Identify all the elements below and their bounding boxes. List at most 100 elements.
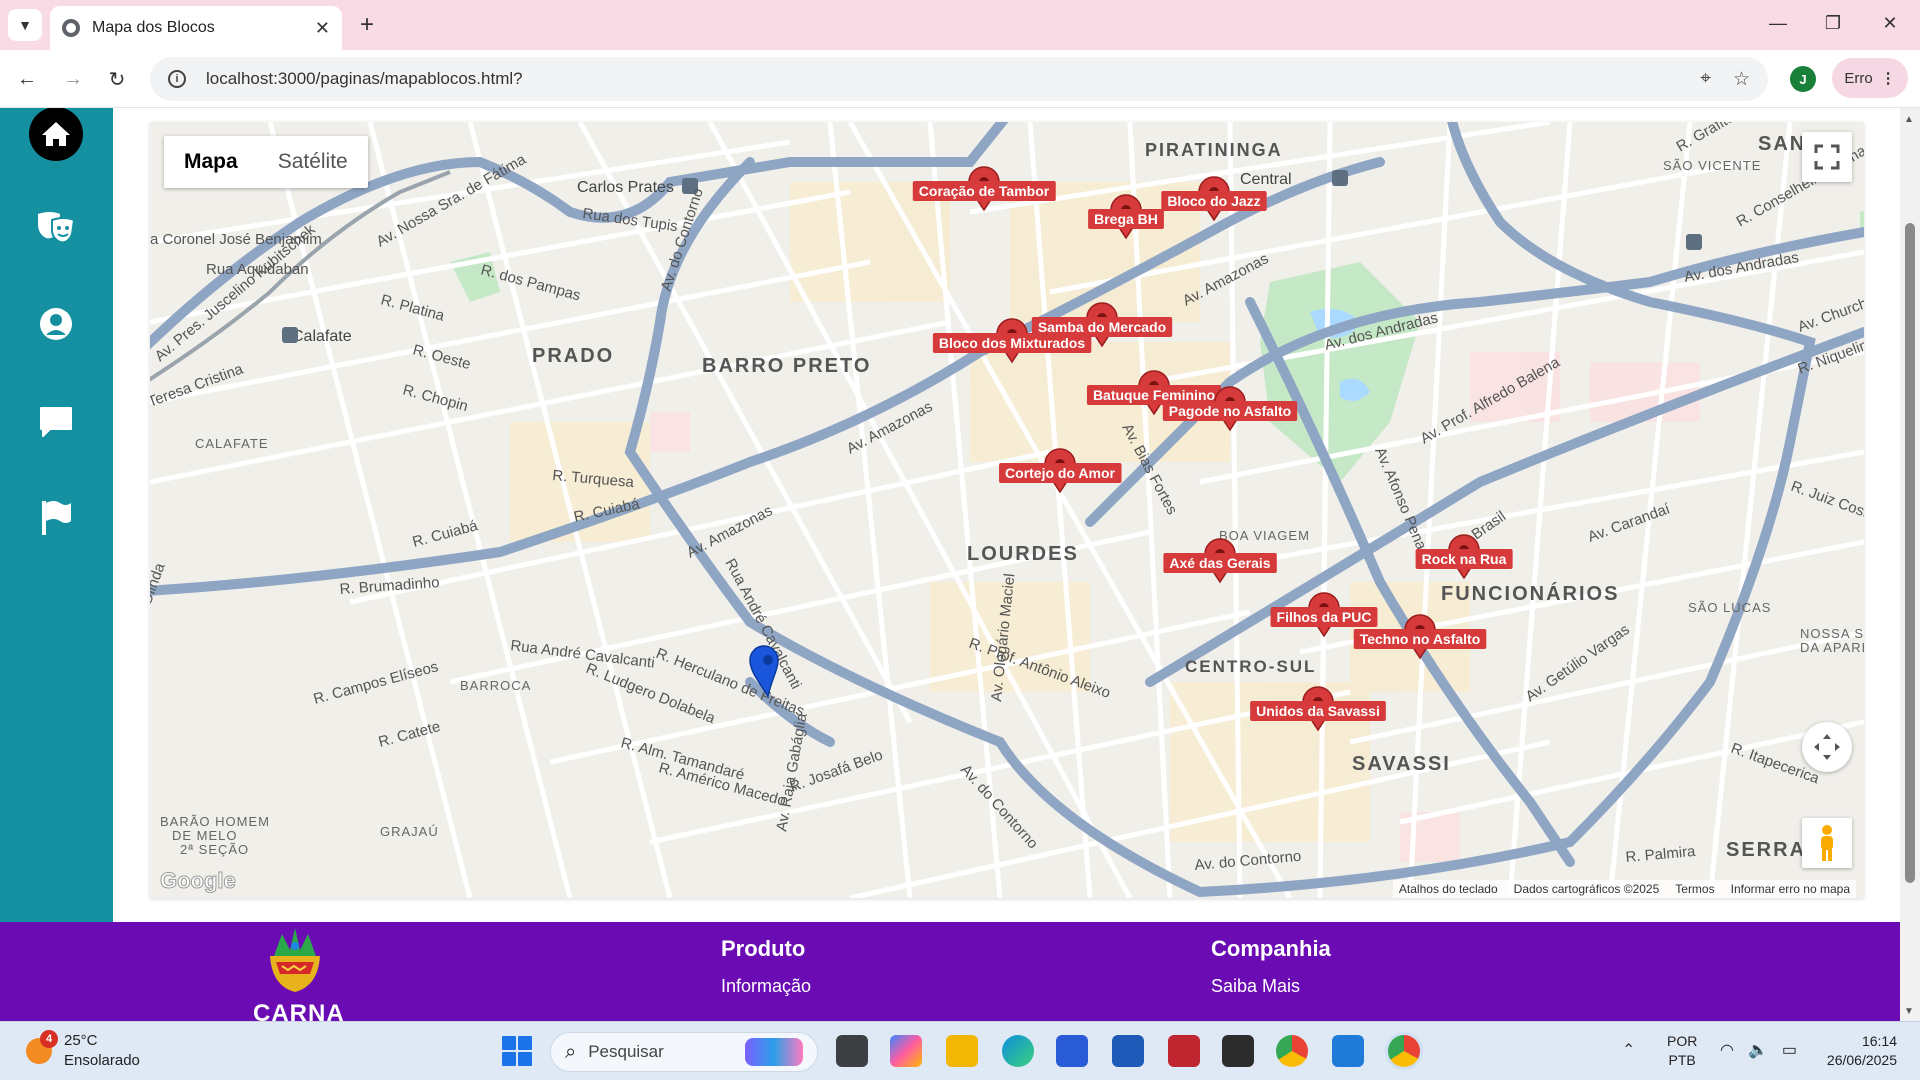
label-station-calafate: Calafate xyxy=(292,328,352,345)
weather-description[interactable]: Ensolarado xyxy=(64,1052,140,1069)
windows-taskbar: 4 25°C Ensolarado ⌕ Pesquisar ⌃ POR PTB … xyxy=(0,1021,1920,1080)
address-bar[interactable]: i localhost:3000/paginas/mapablocos.html… xyxy=(150,57,1768,101)
sidebar-item-flag[interactable] xyxy=(28,490,84,546)
file-explorer-icon[interactable] xyxy=(946,1035,978,1067)
battery-icon[interactable]: ▭ xyxy=(1782,1040,1797,1060)
error-button[interactable]: Erro ⋮ xyxy=(1832,58,1908,98)
marker-label: Axé das Gerais xyxy=(1169,555,1270,571)
app-icon[interactable] xyxy=(1112,1035,1144,1067)
chrome-icon[interactable] xyxy=(1276,1035,1308,1067)
label-nossa-sen: NOSSA SEN xyxy=(1800,626,1864,641)
label-serra: SERRA xyxy=(1726,839,1806,861)
home-icon xyxy=(29,108,83,161)
fullscreen-button[interactable] xyxy=(1802,132,1852,182)
map-type-satellite-button[interactable]: Satélite xyxy=(258,136,368,188)
label-barao-3: 2ª SEÇÃO xyxy=(180,842,249,857)
street-view-pegman[interactable] xyxy=(1802,818,1852,868)
scroll-up-icon[interactable]: ▲ xyxy=(1904,114,1914,125)
task-view-icon[interactable] xyxy=(836,1035,868,1067)
label-barroca: BARROCA xyxy=(460,678,531,693)
scroll-thumb[interactable] xyxy=(1905,223,1915,883)
wifi-icon[interactable]: ◠ xyxy=(1720,1040,1734,1060)
sidebar-item-home[interactable] xyxy=(28,108,84,162)
edge-icon[interactable] xyxy=(1002,1035,1034,1067)
map-canvas[interactable]: PIRATININGA SANTA PRADO BARRO PRETO LOUR… xyxy=(150,122,1864,898)
report-error-link[interactable]: Informar erro no mapa xyxy=(1731,882,1850,896)
footer-product-link[interactable]: Informação xyxy=(721,976,811,997)
store-icon[interactable] xyxy=(1056,1035,1088,1067)
star-icon[interactable]: ☆ xyxy=(1733,68,1750,91)
close-window-button[interactable]: ✕ xyxy=(1868,8,1912,38)
label-sao-lucas: SÃO LUCAS xyxy=(1688,600,1771,615)
page-scrollbar[interactable]: ▲ ▼ xyxy=(1900,108,1920,1021)
url-text[interactable]: localhost:3000/paginas/mapablocos.html? xyxy=(206,69,1678,89)
vscode-icon[interactable] xyxy=(1332,1035,1364,1067)
system-tray[interactable]: ◠ 🔈 ▭ xyxy=(1720,1040,1797,1060)
map-data-text: Dados cartográficos ©2025 xyxy=(1513,882,1660,896)
label-sao-vicente: SÃO VICENTE xyxy=(1663,158,1761,173)
restore-icon: ❐ xyxy=(1824,12,1842,33)
keyboard-layout: PTB xyxy=(1668,1052,1696,1068)
marker-label: Cortejo do Amor xyxy=(1005,465,1115,481)
browser-tab[interactable]: Mapa dos Blocos ✕ xyxy=(50,6,342,50)
taskbar-search-label: Pesquisar xyxy=(588,1042,664,1061)
label-centro-sul: CENTRO-SUL xyxy=(1185,657,1316,676)
street-label: a Coronel José Benjamim xyxy=(150,231,322,248)
weather-temperature[interactable]: 25°C xyxy=(64,1032,98,1049)
pegman-icon xyxy=(1821,825,1833,861)
profile-avatar[interactable]: J xyxy=(1790,66,1816,92)
metro-icon xyxy=(282,327,298,343)
scroll-down-icon[interactable]: ▼ xyxy=(1904,1006,1914,1017)
label-lourdes: LOURDES xyxy=(967,543,1079,565)
footer-company-title: Companhia xyxy=(1211,936,1331,961)
mcafee-icon[interactable] xyxy=(1168,1035,1200,1067)
marker-label: Bloco do Jazz xyxy=(1167,193,1260,209)
close-icon: ✕ xyxy=(1882,12,1898,33)
label-grajau: GRAJAÚ xyxy=(380,824,439,839)
google-logo: Google xyxy=(160,868,237,894)
sidebar-item-chat[interactable] xyxy=(28,394,84,450)
sidebar-item-profile[interactable] xyxy=(28,296,84,352)
tab-search-button[interactable]: ▼ xyxy=(8,9,42,41)
footer-logo-text: CARNA xyxy=(253,1000,345,1021)
camera-control-button[interactable] xyxy=(1802,722,1852,772)
more-vert-icon: ⋮ xyxy=(1880,70,1896,87)
carnival-logo xyxy=(270,928,320,992)
minimize-button[interactable]: — xyxy=(1756,8,1800,38)
location-pin-icon[interactable]: ⌖ xyxy=(1700,68,1711,90)
terminal-icon[interactable] xyxy=(1222,1035,1254,1067)
marker-label: Brega BH xyxy=(1094,211,1158,227)
map-type-map-button[interactable]: Mapa xyxy=(164,136,258,188)
marker-label: Unidos da Savassi xyxy=(1256,703,1380,719)
new-tab-button[interactable]: + xyxy=(352,10,382,40)
marker-label: Coração de Tambor xyxy=(919,183,1050,199)
start-button[interactable] xyxy=(502,1036,532,1066)
keyboard-shortcuts-link[interactable]: Atalhos do teclado xyxy=(1399,882,1498,896)
street-label: Rua Aquidaban xyxy=(206,261,309,278)
info-icon[interactable]: i xyxy=(168,70,186,88)
reload-button[interactable]: ↻ xyxy=(102,64,132,94)
language-indicator[interactable]: POR PTB xyxy=(1667,1032,1697,1070)
footer-company-link[interactable]: Saiba Mais xyxy=(1211,976,1300,997)
sidebar xyxy=(0,108,113,922)
sidebar-item-blocks[interactable] xyxy=(28,200,84,256)
forward-button[interactable]: → xyxy=(58,64,88,94)
site-footer: CARNA Produto Informação Companhia Saiba… xyxy=(0,922,1900,1021)
copilot-icon[interactable] xyxy=(890,1035,922,1067)
page-content: PIRATININGA SANTA PRADO BARRO PRETO LOUR… xyxy=(0,108,1920,1021)
chrome-profile-icon[interactable] xyxy=(1388,1035,1420,1067)
label-barro-preto: BARRO PRETO xyxy=(702,355,871,377)
clock[interactable]: 16:14 26/06/2025 xyxy=(1812,1032,1897,1070)
back-button[interactable]: ← xyxy=(12,64,42,94)
footer-product-title: Produto xyxy=(721,936,806,961)
marker-label: Techno no Asfalto xyxy=(1360,631,1481,647)
terms-link[interactable]: Termos xyxy=(1675,882,1714,896)
close-icon[interactable]: ✕ xyxy=(315,18,330,39)
mute-icon[interactable]: 🔈 xyxy=(1748,1040,1768,1060)
tray-overflow-icon[interactable]: ⌃ xyxy=(1622,1040,1635,1060)
plus-icon: + xyxy=(359,11,374,38)
taskbar-search[interactable]: ⌕ Pesquisar xyxy=(550,1032,818,1072)
restore-button[interactable]: ❐ xyxy=(1811,8,1855,38)
chevron-down-icon: ▼ xyxy=(18,17,32,33)
map-container[interactable]: PIRATININGA SANTA PRADO BARRO PRETO LOUR… xyxy=(150,122,1864,898)
